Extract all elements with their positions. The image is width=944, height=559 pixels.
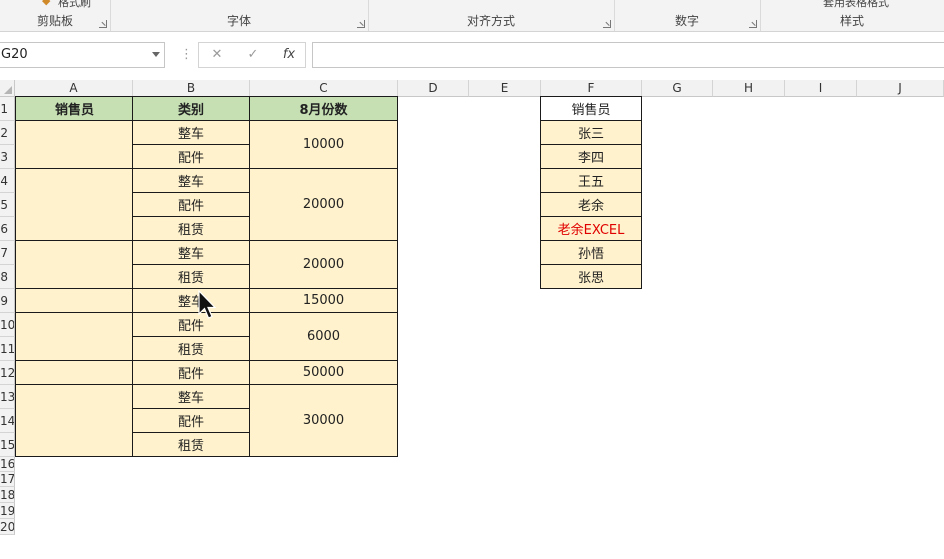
row-header-8[interactable]: 8 [0, 265, 15, 289]
row-header-1[interactable]: 1 [0, 97, 15, 121]
dialog-launcher-icon[interactable] [749, 20, 757, 28]
select-all-button[interactable] [0, 80, 15, 97]
table-header-count[interactable]: 8月份数 [249, 96, 398, 121]
formula-buttons: ✕ ✓ fx [198, 42, 306, 68]
salesperson-cell[interactable] [15, 312, 134, 361]
row-header-18[interactable]: 18 [0, 487, 15, 503]
chevron-down-icon[interactable] [152, 52, 160, 57]
column-header-j[interactable]: J [857, 80, 944, 97]
salesperson-cell[interactable] [15, 288, 134, 313]
row-header-7[interactable]: 7 [0, 241, 15, 265]
row-header-13[interactable]: 13 [0, 385, 15, 409]
salesperson-cell[interactable] [15, 384, 134, 457]
salesperson-cell[interactable] [15, 360, 134, 385]
ribbon-group-alignment: 对齐方式 [368, 0, 615, 31]
row-header-20[interactable]: 20 [0, 519, 15, 535]
row-header-14[interactable]: 14 [0, 409, 15, 433]
ribbon-group-label: 样式 [839, 14, 864, 28]
row-header-12[interactable]: 12 [0, 361, 15, 385]
table-header-salesperson[interactable]: 销售员 [15, 96, 134, 121]
count-cell[interactable]: 10000 [249, 120, 398, 169]
category-cell[interactable]: 配件 [132, 144, 250, 169]
column-header-g[interactable]: G [642, 80, 713, 97]
category-cell[interactable]: 租赁 [132, 264, 250, 289]
category-cell[interactable]: 配件 [132, 192, 250, 217]
column-header-a[interactable]: A [15, 80, 133, 97]
category-cell[interactable]: 整车 [132, 384, 250, 409]
category-cell[interactable]: 整车 [132, 168, 250, 193]
list-item[interactable]: 老余EXCEL [540, 216, 642, 241]
list-item[interactable]: 张三 [540, 120, 642, 145]
count-cell[interactable]: 50000 [249, 360, 398, 385]
dialog-launcher-icon[interactable] [99, 20, 107, 28]
list-item[interactable]: 孙悟 [540, 240, 642, 265]
row-header-11[interactable]: 11 [0, 337, 15, 361]
column-header-c[interactable]: C [250, 80, 398, 97]
dialog-launcher-icon[interactable] [603, 20, 611, 28]
category-cell[interactable]: 租赁 [132, 336, 250, 361]
category-cell[interactable]: 整车 [132, 288, 250, 313]
ribbon-group-label: 剪贴板 [36, 14, 73, 28]
category-cell[interactable]: 整车 [132, 240, 250, 265]
column-header-h[interactable]: H [713, 80, 785, 97]
row-header-17[interactable]: 17 [0, 472, 15, 487]
ribbon-group-clipboard: 剪贴板 [0, 0, 111, 31]
ribbon-group-styles: 样式 [760, 0, 944, 31]
more-icon: ⋮ [180, 47, 193, 62]
column-header-b[interactable]: B [133, 80, 250, 97]
row-header-10[interactable]: 10 [0, 313, 15, 337]
category-cell[interactable]: 配件 [132, 408, 250, 433]
ribbon-group-label: 对齐方式 [466, 14, 515, 28]
row-header-16[interactable]: 16 [0, 457, 15, 472]
name-box-value: G20 [1, 47, 28, 62]
ribbon-group-label: 数字 [674, 14, 699, 28]
row-header-4[interactable]: 4 [0, 169, 15, 193]
column-header-d[interactable]: D [398, 80, 469, 97]
row-header-6[interactable]: 6 [0, 217, 15, 241]
salesperson-cell[interactable] [15, 240, 134, 289]
column-header-i[interactable]: I [785, 80, 857, 97]
category-cell[interactable]: 租赁 [132, 432, 250, 457]
column-header-f[interactable]: F [541, 80, 642, 97]
list-item[interactable]: 老余 [540, 192, 642, 217]
row-header-5[interactable]: 5 [0, 193, 15, 217]
cancel-icon[interactable]: ✕ [201, 43, 233, 67]
row-header-3[interactable]: 3 [0, 145, 15, 169]
ribbon: ◆ 格式刷 套用表格格式 剪贴板 字体 对齐方式 数字 样式 [0, 0, 944, 32]
row-header-19[interactable]: 19 [0, 503, 15, 519]
category-cell[interactable]: 配件 [132, 312, 250, 337]
category-cell[interactable]: 租赁 [132, 216, 250, 241]
formula-input[interactable] [312, 42, 944, 68]
mouse-cursor-icon [198, 290, 217, 319]
dialog-launcher-icon[interactable] [357, 20, 365, 28]
list-item[interactable]: 张思 [540, 264, 642, 289]
enter-icon[interactable]: ✓ [237, 43, 269, 67]
ribbon-group-number: 数字 [614, 0, 761, 31]
list-item[interactable]: 李四 [540, 144, 642, 169]
column-header-e[interactable]: E [469, 80, 541, 97]
row-header-2[interactable]: 2 [0, 121, 15, 145]
ribbon-group-label: 字体 [226, 14, 251, 28]
ribbon-group-font: 字体 [110, 0, 369, 31]
formula-bar: G20 ⋮ ✕ ✓ fx [0, 40, 944, 72]
count-cell[interactable]: 30000 [249, 384, 398, 457]
list-item[interactable]: 王五 [540, 168, 642, 193]
count-cell[interactable]: 15000 [249, 288, 398, 313]
list-header[interactable]: 销售员 [540, 96, 642, 121]
count-cell[interactable]: 20000 [249, 168, 398, 241]
salesperson-cell[interactable] [15, 120, 134, 169]
name-box[interactable]: G20 [0, 42, 165, 68]
count-cell[interactable]: 20000 [249, 240, 398, 289]
spreadsheet-grid: ABCDEFGHIJ 1 2 3 4 5 6 7 8 9 10 11 12 13 14 15 16 17 18 19… [0, 80, 944, 559]
category-cell[interactable]: 整车 [132, 120, 250, 145]
category-cell[interactable]: 配件 [132, 360, 250, 385]
row-header-15[interactable]: 15 [0, 433, 15, 457]
table-header-category[interactable]: 类别 [132, 96, 250, 121]
insert-function-icon[interactable]: fx [273, 43, 305, 67]
row-header-9[interactable]: 9 [0, 289, 15, 313]
count-cell[interactable]: 6000 [249, 312, 398, 361]
salesperson-cell[interactable] [15, 168, 134, 241]
